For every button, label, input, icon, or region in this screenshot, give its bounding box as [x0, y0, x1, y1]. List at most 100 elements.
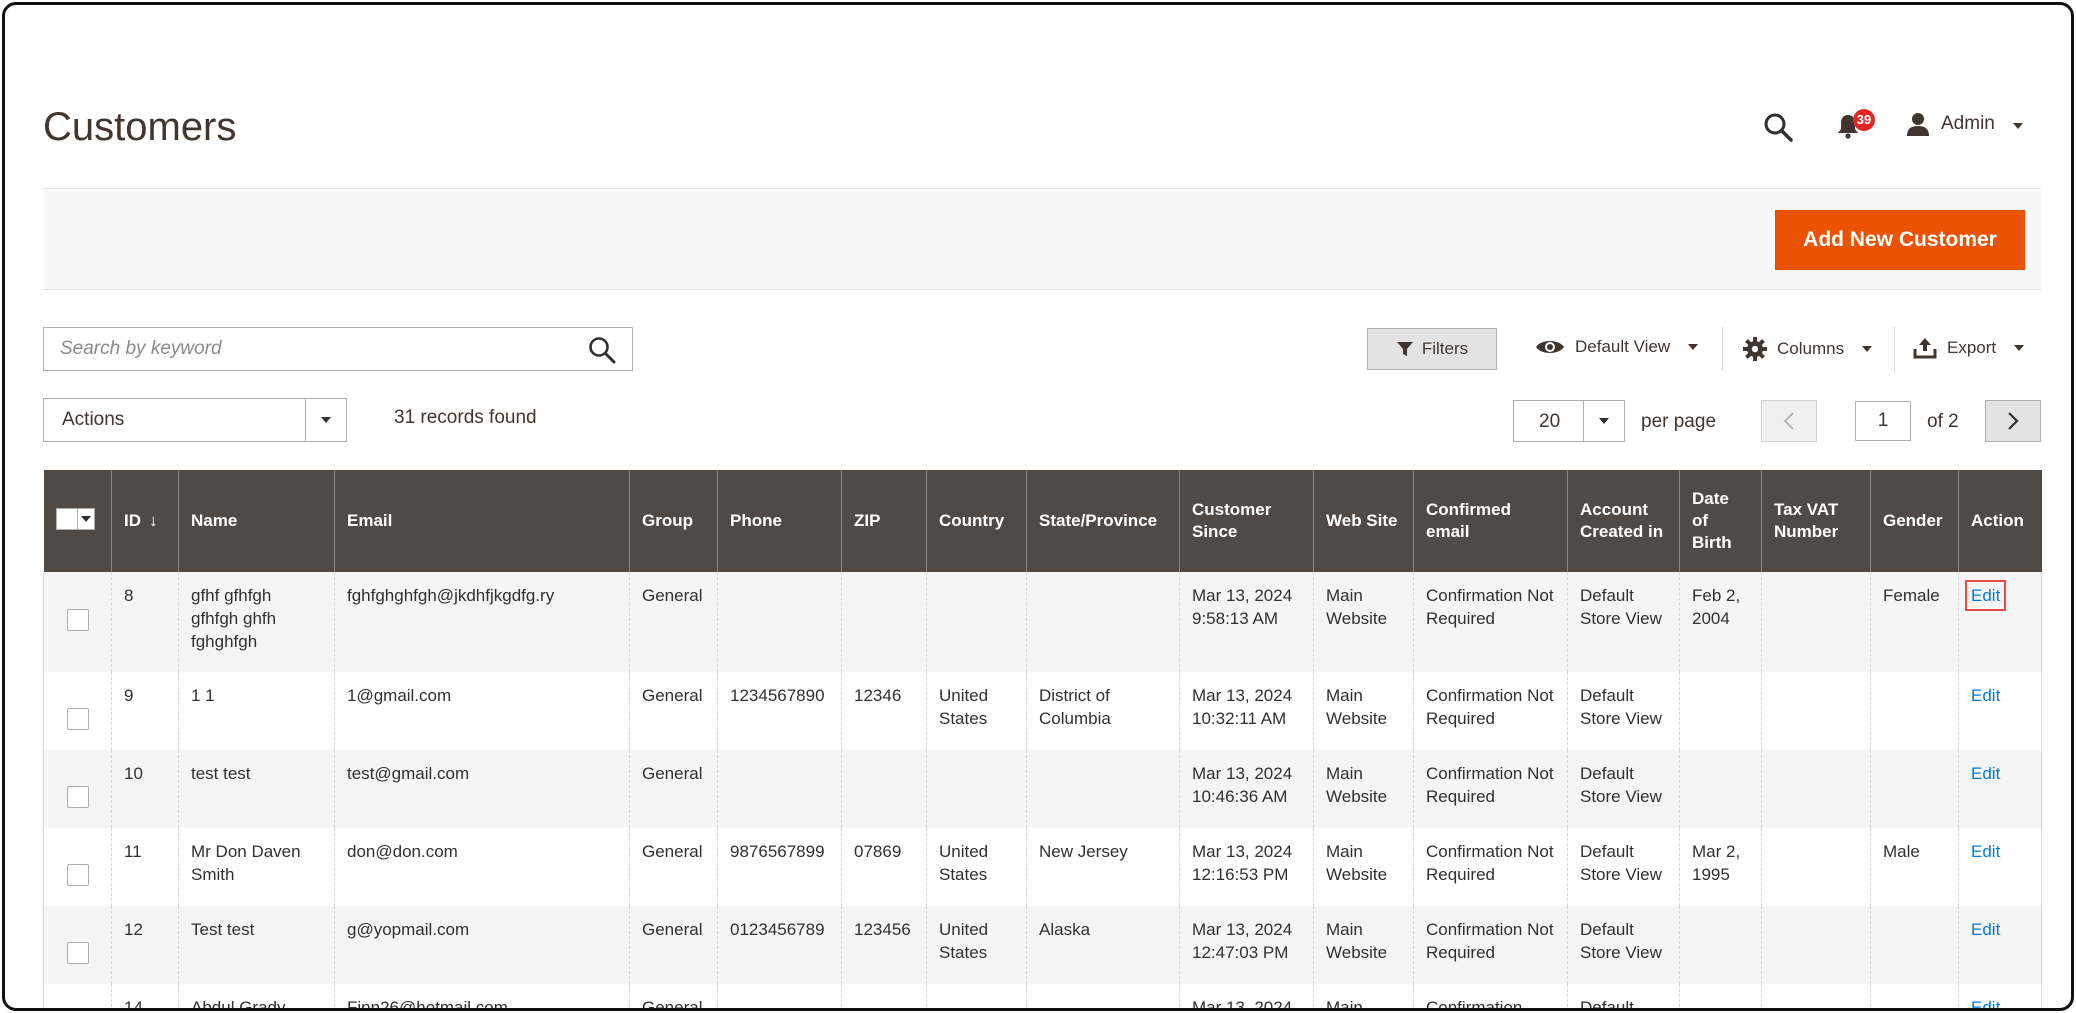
row-checkbox[interactable] [66, 708, 89, 730]
notification-badge: 39 [1853, 109, 1875, 131]
export-dropdown[interactable]: Export [1913, 337, 2025, 359]
cell-group: General [629, 906, 718, 984]
cell-taxvat [1761, 672, 1871, 750]
chevron-down-icon[interactable] [76, 508, 94, 529]
cell-taxvat [1761, 750, 1871, 828]
select-all-checkbox[interactable] [55, 507, 95, 530]
cell-name: 1 1 [178, 672, 335, 750]
cell-action: Edit [1958, 828, 2042, 906]
mass-actions-select[interactable]: Actions [43, 398, 347, 442]
cell-id: 8 [111, 572, 179, 672]
search-icon[interactable] [1763, 112, 1793, 142]
cell-name: test test [178, 750, 335, 828]
cell-action: Edit [1958, 572, 2042, 672]
add-new-customer-button[interactable]: Add New Customer [1775, 210, 2025, 270]
per-page-select[interactable]: 20 [1513, 400, 1625, 442]
edit-link[interactable]: Edit [1971, 920, 2000, 939]
cell-action: Edit [1958, 906, 2042, 984]
column-header-phone[interactable]: Phone [717, 470, 842, 572]
column-header-email[interactable]: Email [334, 470, 630, 572]
cell-created-in: Default Store View [1567, 828, 1680, 906]
cell-customer-since: Mar 13, 2024 10:32:11 AM [1179, 672, 1314, 750]
column-header-group[interactable]: Group [629, 470, 718, 572]
search-submit-icon[interactable] [588, 336, 616, 364]
select-all-header[interactable] [43, 470, 112, 572]
edit-link[interactable]: Edit [1964, 580, 2007, 611]
cell-website: Main [1313, 984, 1414, 1008]
cell-zip: 123456 [841, 906, 927, 984]
column-header-name[interactable]: Name [178, 470, 335, 572]
cell-phone [717, 572, 842, 672]
column-header-dob[interactable]: Date of Birth [1679, 470, 1762, 572]
next-page-button[interactable] [1985, 400, 2041, 442]
dropdown-toggle[interactable] [1583, 401, 1624, 441]
cell-phone: 1234567890 [717, 672, 842, 750]
user-icon[interactable] [1905, 111, 1931, 137]
row-checkbox[interactable] [66, 942, 89, 964]
column-header-country[interactable]: Country [926, 470, 1027, 572]
column-header-gender[interactable]: Gender [1870, 470, 1959, 572]
cell-website: Main Website [1313, 572, 1414, 672]
columns-dropdown[interactable]: Columns [1743, 337, 1873, 361]
cell-gender [1870, 672, 1959, 750]
cell-confirmed-email: Confirmation [1413, 984, 1568, 1008]
table-row: 12 Test test g@yopmail.com General 01234… [43, 906, 2042, 984]
default-view-dropdown[interactable]: Default View [1535, 337, 1699, 357]
cell-name: Test test [178, 906, 335, 984]
cell-gender [1870, 906, 1959, 984]
column-header-website[interactable]: Web Site [1313, 470, 1414, 572]
export-icon [1913, 338, 1937, 359]
column-header-confirmed-email[interactable]: Confirmed email [1413, 470, 1568, 572]
column-header-zip[interactable]: ZIP [841, 470, 927, 572]
table-row: 10 test test test@gmail.com General Mar … [43, 750, 2042, 828]
cell-id: 12 [111, 906, 179, 984]
cell-action: Edit [1958, 750, 2042, 828]
chevron-down-icon [2014, 345, 2025, 351]
cell-group: General [629, 572, 718, 672]
column-header-created-in[interactable]: Account Created in [1567, 470, 1680, 572]
cell-zip: 12346 [841, 672, 927, 750]
column-header-customer-since[interactable]: Customer Since [1179, 470, 1314, 572]
grid-header-row: ID ↓ Name Email Group Phone ZIP Country S… [43, 470, 2042, 572]
cell-customer-since: Mar 13, 2024 10:46:36 AM [1179, 750, 1314, 828]
cell-confirmed-email: Confirmation Not Required [1413, 750, 1568, 828]
cell-website: Main Website [1313, 672, 1414, 750]
table-row: 9 1 1 1@gmail.com General 1234567890 123… [43, 672, 2042, 750]
column-header-id[interactable]: ID ↓ [111, 470, 179, 572]
filters-button[interactable]: Filters [1367, 328, 1497, 370]
edit-link[interactable]: Edit [1971, 686, 2000, 705]
row-checkbox[interactable] [66, 786, 89, 808]
chevron-right-icon [2008, 412, 2019, 430]
column-header-state[interactable]: State/Province [1026, 470, 1180, 572]
edit-link[interactable]: Edit [1971, 764, 2000, 783]
row-checkbox[interactable] [66, 864, 89, 886]
cell-phone: 0123456789 [717, 906, 842, 984]
cell-dob: Mar 2, 1995 [1679, 828, 1762, 906]
grid-body: 8 gfhf gfhfgh gfhfgh ghfh fghghfgh fghfg… [43, 572, 2042, 1008]
cell-email: don@don.com [334, 828, 630, 906]
edit-link[interactable]: Edit [1971, 842, 2000, 861]
page-number-input[interactable]: 1 [1855, 401, 1911, 441]
toolbar-divider [1894, 327, 1895, 371]
column-header-taxvat[interactable]: Tax VAT Number [1761, 470, 1871, 572]
cell-name: Abdul Grady [178, 984, 335, 1008]
keyword-search[interactable] [43, 327, 633, 371]
cell-email: fghfghghfgh@jkdhfjkgdfg.ry [334, 572, 630, 672]
cell-action: Edit [1958, 984, 2042, 1008]
cell-email: Finn26@hotmail.com [334, 984, 630, 1008]
previous-page-button[interactable] [1761, 400, 1817, 442]
cell-group: General [629, 750, 718, 828]
page-actions-bar [43, 188, 2041, 290]
dropdown-toggle[interactable] [305, 399, 346, 441]
admin-menu[interactable]: Admin [1941, 113, 1995, 135]
edit-link[interactable]: Edit [1971, 998, 2000, 1008]
cell-customer-since: Mar 13, 2024 12:16:53 PM [1179, 828, 1314, 906]
search-input[interactable] [58, 328, 562, 370]
chevron-down-icon [321, 417, 331, 423]
row-checkbox[interactable] [66, 609, 89, 631]
chevron-down-icon[interactable] [2013, 123, 2023, 129]
cell-id: 9 [111, 672, 179, 750]
cell-name: gfhf gfhfgh gfhfgh ghfh fghghfgh [178, 572, 335, 672]
columns-label: Columns [1777, 339, 1845, 358]
cell-id: 11 [111, 828, 179, 906]
